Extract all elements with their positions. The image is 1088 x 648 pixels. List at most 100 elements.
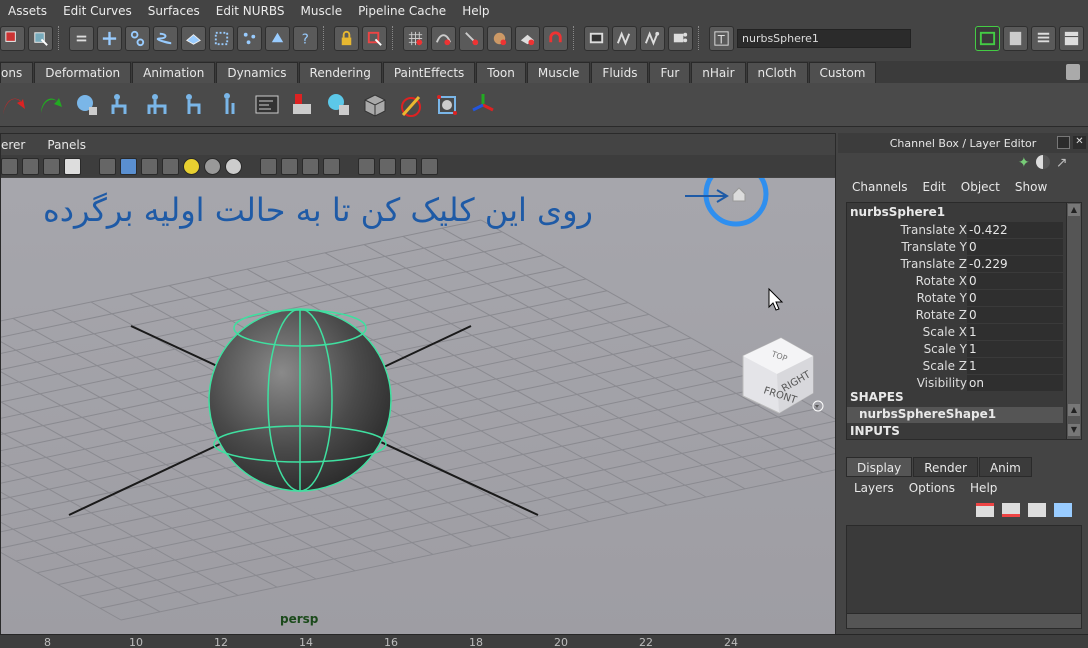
shelf-tab-rendering[interactable]: Rendering [298,62,382,83]
shelf-tab-fur[interactable]: Fur [649,62,691,83]
selected-object-name[interactable]: nurbsSphere1 [850,205,945,219]
trash-icon[interactable] [1066,64,1080,80]
channel-scrollbar[interactable]: ▲ ▲ ▼ [1066,203,1081,439]
collapse-icon[interactable] [69,25,94,51]
lock-selection-icon[interactable] [334,25,359,51]
shelf-tab-custom[interactable]: Custom [808,62,877,83]
channel-value[interactable]: on [967,375,1063,391]
text-icon[interactable] [64,157,81,175]
snap-view-plane-icon[interactable] [487,25,512,51]
tool-paint-brush-icon[interactable] [396,90,426,120]
tool-cube-grid-icon[interactable] [360,90,390,120]
channel-row[interactable]: Rotate X0 [847,273,1063,290]
manipulator-icon[interactable]: ✦ [1018,155,1030,171]
channel-value[interactable]: 0 [967,273,1063,289]
select-surface-icon[interactable] [181,25,206,51]
select-rendering-icon[interactable] [265,25,290,51]
menu-help[interactable]: Help [454,4,497,18]
select-hierarchy-icon[interactable] [28,25,53,51]
new-layer-selected-icon[interactable] [1054,503,1072,517]
select-handle-icon[interactable] [97,25,122,51]
channel-value[interactable]: 1 [967,324,1063,340]
high-quality-icon[interactable] [225,157,242,175]
snap-mode-icon[interactable] [0,25,25,51]
menu-edit-curves[interactable]: Edit Curves [55,4,140,18]
viewcube[interactable]: FRONT RIGHT TOP [742,337,814,414]
home-icon[interactable] [732,187,746,202]
shelf-tab-ncloth[interactable]: nCloth [746,62,808,83]
layer-menu-options[interactable]: Options [909,481,955,495]
show-channel-box-icon[interactable] [1031,25,1056,51]
snap-curve-icon[interactable] [431,25,456,51]
tool-script-editor-icon[interactable] [252,90,282,120]
channel-value[interactable]: -0.422 [967,222,1063,238]
tool-sphere-icon[interactable] [72,90,102,120]
lights-icon[interactable] [183,157,200,175]
channel-row[interactable]: Scale Y1 [847,341,1063,358]
channel-menu-channels[interactable]: Channels [852,180,908,194]
channel-value[interactable]: 0 [967,239,1063,255]
channel-row[interactable]: Translate Y0 [847,239,1063,256]
tool-lattice-icon[interactable] [432,90,462,120]
show-tool-settings-icon[interactable] [1003,25,1028,51]
tool-red-arrow-icon[interactable] [0,90,30,120]
shading-toggle-icon[interactable] [1035,155,1050,169]
smooth-shade-icon[interactable] [120,157,137,175]
select-joint-icon[interactable] [125,25,150,51]
layer-list[interactable] [846,525,1082,629]
perspective-viewport[interactable]: FRONT RIGHT TOP روی این کلیک کن تا به حا… [1,178,835,634]
time-slider[interactable]: 8 10 12 14 16 18 20 22 24 [0,634,1088,648]
shadows-icon[interactable] [204,157,221,175]
tool-joint-4-icon[interactable] [216,90,246,120]
channel-row[interactable]: Rotate Z0 [847,307,1063,324]
viewport-menu-panels[interactable]: Panels [47,138,94,152]
render-view-icon[interactable] [584,25,609,51]
camera-attributes-icon[interactable] [1,157,18,175]
tool-joint-3-icon[interactable] [180,90,210,120]
menu-pipeline-cache[interactable]: Pipeline Cache [350,4,454,18]
layer-hscrollbar[interactable] [847,613,1081,628]
channel-row[interactable]: Scale Z1 [847,358,1063,375]
shelf-tab-deformation[interactable]: Deformation [34,62,132,83]
show-attribute-editor-icon[interactable] [975,25,1000,51]
tab-anim[interactable]: Anim [978,457,1032,477]
tool-joint-2-icon[interactable] [144,90,174,120]
tab-render[interactable]: Render [913,457,978,477]
pin-icon[interactable]: ↗ [1056,155,1068,171]
menu-assets[interactable]: Assets [0,4,55,18]
viewport-menu-renderer[interactable]: erer [1,138,33,152]
channel-value[interactable]: 1 [967,341,1063,357]
select-curve-icon[interactable] [153,25,178,51]
scroll-up-icon[interactable]: ▲ [1068,404,1080,416]
shelf-tab-ons[interactable]: ons [0,62,34,83]
channel-menu-object[interactable]: Object [961,180,1000,194]
menu-surfaces[interactable]: Surfaces [140,4,208,18]
layer-menu-layers[interactable]: Layers [854,481,894,495]
shelf-tab-toon[interactable]: Toon [476,62,526,83]
scroll-up-icon[interactable]: ▲ [1068,204,1080,216]
texture-icon[interactable] [162,157,179,175]
shelf-tab-animation[interactable]: Animation [132,62,216,83]
backface-icon[interactable] [302,157,319,175]
tool-cyan-object-icon[interactable] [324,90,354,120]
shelf-tab-dynamics[interactable]: Dynamics [216,62,298,83]
select-misc-icon[interactable]: ? [293,25,318,51]
channel-value[interactable]: 0 [967,290,1063,306]
input-field-mode-icon[interactable]: T [709,25,734,51]
menu-muscle[interactable]: Muscle [293,4,351,18]
inputs-header[interactable]: INPUTS [850,424,900,438]
select-deformation-icon[interactable] [209,25,234,51]
xray-icon[interactable] [260,157,277,175]
nurbs-sphere[interactable] [208,308,392,492]
new-layer-icon[interactable] [1028,503,1046,517]
channel-value[interactable]: 1 [967,358,1063,374]
channel-value[interactable]: -0.229 [967,256,1063,272]
scroll-down-icon[interactable]: ▼ [1068,424,1080,436]
magnet-icon[interactable] [543,25,568,51]
ipr-render-icon[interactable] [640,25,665,51]
float-panel-icon[interactable] [1057,136,1070,149]
make-live-icon[interactable] [515,25,540,51]
shelf-tab-painteffects[interactable]: PaintEffects [382,62,476,83]
shelf-tab-nhair[interactable]: nHair [691,62,746,83]
isolate-icon[interactable] [323,157,340,175]
